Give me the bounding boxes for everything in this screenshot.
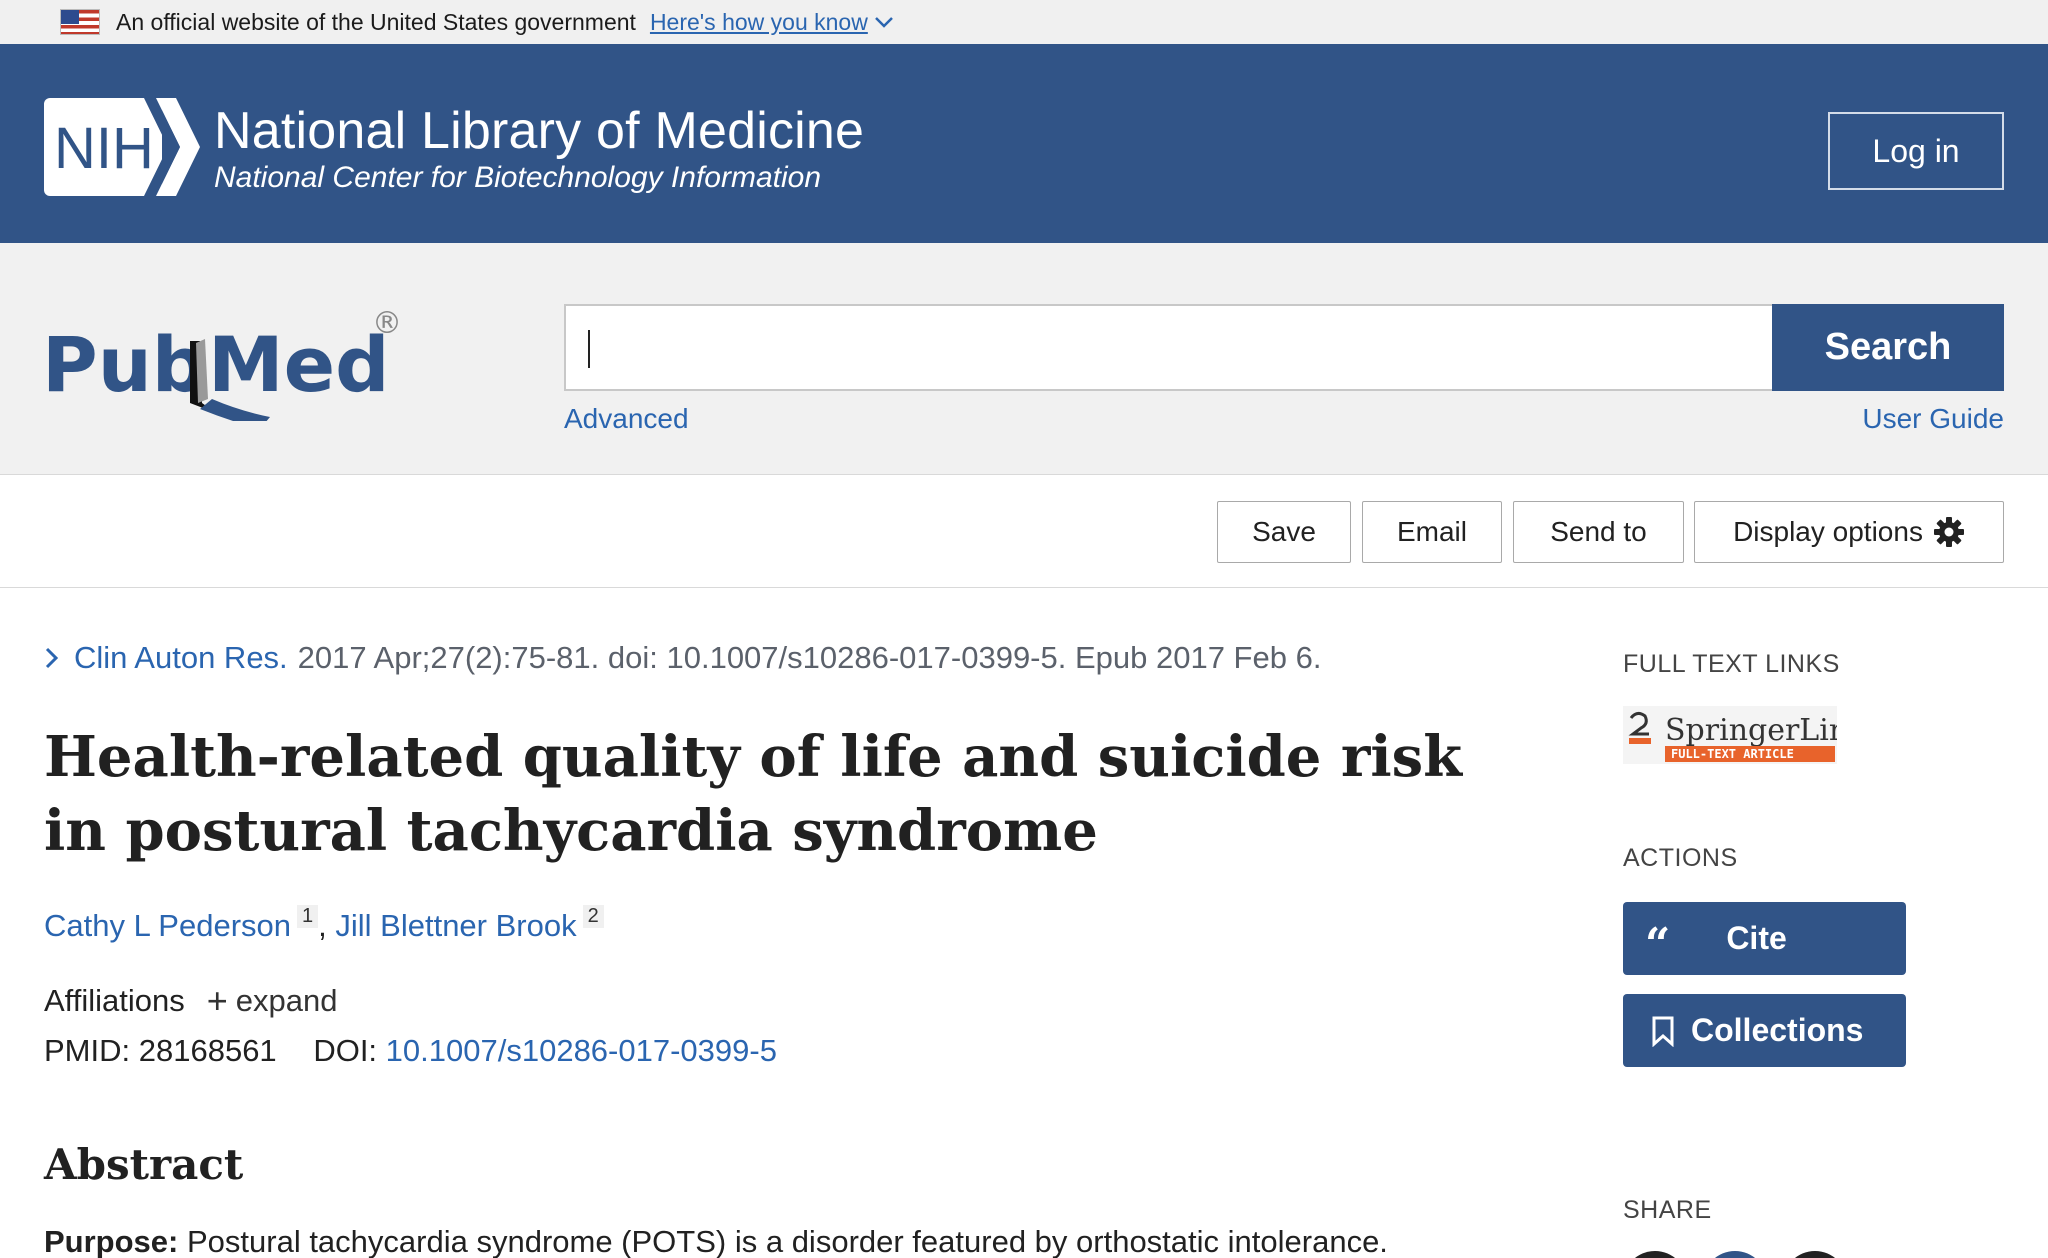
save-button[interactable]: Save	[1217, 501, 1351, 563]
display-options-button[interactable]: Display options	[1694, 501, 2004, 563]
nih-header: NIH National Library of Medicine Nationa…	[0, 44, 2048, 243]
permalink-share-icon[interactable]	[1783, 1251, 1847, 1258]
abstract-heading: Abstract	[44, 1140, 244, 1189]
facebook-share-icon[interactable]	[1703, 1251, 1767, 1258]
pubmed-logo-right: Med	[208, 320, 390, 409]
us-flag-icon	[60, 9, 100, 35]
search-button[interactable]: Search	[1772, 304, 2004, 391]
login-button[interactable]: Log in	[1828, 112, 2004, 190]
chevron-right-icon[interactable]	[44, 646, 60, 670]
author-link[interactable]: Cathy L Pederson	[44, 908, 291, 943]
expand-affiliations-button[interactable]: expand	[236, 983, 338, 1019]
pmid-value: 28168561	[138, 1033, 277, 1068]
gov-banner: An official website of the United States…	[0, 0, 2048, 44]
purpose-label: Purpose:	[44, 1224, 179, 1258]
springer-tag: FULL-TEXT ARTICLE	[1671, 747, 1794, 761]
journal-link[interactable]: Clin Auton Res.	[74, 640, 288, 676]
cite-label[interactable]: Cite	[1726, 920, 1786, 957]
pubmed-logo-left: Pub	[42, 320, 206, 409]
email-button[interactable]: Email	[1362, 501, 1502, 563]
quote-icon: “	[1645, 918, 1671, 970]
twitter-share-icon[interactable]	[1623, 1251, 1687, 1258]
site-subtitle: National Center for Biotechnology Inform…	[214, 161, 822, 194]
affiliations-label: Affiliations	[44, 983, 185, 1018]
doi-label: DOI:	[313, 1033, 378, 1068]
affiliation-number[interactable]: 2	[582, 905, 604, 928]
journal-citation: Clin Auton Res. 2017 Apr;27(2):75-81. do…	[44, 640, 1321, 676]
citation-details: 2017 Apr;27(2):75-81. doi: 10.1007/s1028…	[297, 640, 1322, 675]
user-guide-link[interactable]: User Guide	[1862, 403, 2004, 435]
affiliations-row: Affiliations + expand	[44, 980, 337, 1022]
pmid-label: PMID:	[44, 1033, 131, 1068]
full-text-links-heading: FULL TEXT LINKS	[1623, 650, 1840, 678]
nih-logo-text: NIH	[54, 116, 154, 181]
registered-mark: ®	[372, 306, 402, 341]
affiliation-number[interactable]: 1	[297, 905, 319, 928]
text-caret	[588, 330, 590, 368]
display-options-label[interactable]: Display options	[1733, 516, 1923, 548]
bookmark-icon	[1652, 1016, 1674, 1047]
collections-label[interactable]: Collections	[1691, 1012, 1863, 1049]
send-to-button[interactable]: Send to	[1513, 501, 1684, 563]
nih-logo[interactable]: NIH	[44, 98, 200, 196]
gov-banner-text: An official website of the United States…	[116, 8, 636, 35]
pubmed-logo[interactable]: Pub Med ®	[40, 291, 420, 421]
author-link[interactable]: Jill Blettner Brook	[335, 908, 576, 943]
article-toolbar: Save Email Send to Display options	[0, 476, 2048, 588]
search-area: Pub Med ® Search Advanced User Guide	[0, 243, 2048, 475]
heres-how-you-know-link[interactable]: Here's how you know	[650, 9, 894, 36]
site-title[interactable]: National Library of Medicine	[214, 101, 864, 161]
author-list: Cathy L Pederson 1, Jill Blettner Brook 2	[44, 905, 604, 944]
springerlink-full-text-link[interactable]: SpringerLink FULL-TEXT ARTICLE	[1623, 706, 1837, 764]
article-title: Health-related quality of life and suici…	[44, 724, 1462, 864]
article-identifiers: PMID: 28168561 DOI: 10.1007/s10286-017-0…	[44, 1033, 777, 1069]
chevron-down-icon	[874, 17, 893, 28]
advanced-search-link[interactable]: Advanced	[564, 403, 689, 435]
gear-icon	[1933, 517, 1964, 547]
doi-link[interactable]: 10.1007/s10286-017-0399-5	[386, 1033, 777, 1068]
springer-name: SpringerLink	[1665, 713, 1837, 748]
share-heading: SHARE	[1623, 1196, 1712, 1224]
plus-icon[interactable]: +	[207, 980, 228, 1022]
heres-how-you-know-label[interactable]: Here's how you know	[650, 9, 868, 36]
collections-button[interactable]: Collections	[1623, 994, 1906, 1067]
actions-heading: ACTIONS	[1623, 844, 1738, 872]
abstract-purpose: Purpose: Postural tachycardia syndrome (…	[44, 1224, 1388, 1258]
purpose-text: Postural tachycardia syndrome (POTS) is …	[186, 1224, 1388, 1258]
author-separator: ,	[318, 908, 327, 943]
search-input[interactable]	[564, 304, 1774, 391]
cite-button[interactable]: “ Cite	[1623, 902, 1906, 975]
